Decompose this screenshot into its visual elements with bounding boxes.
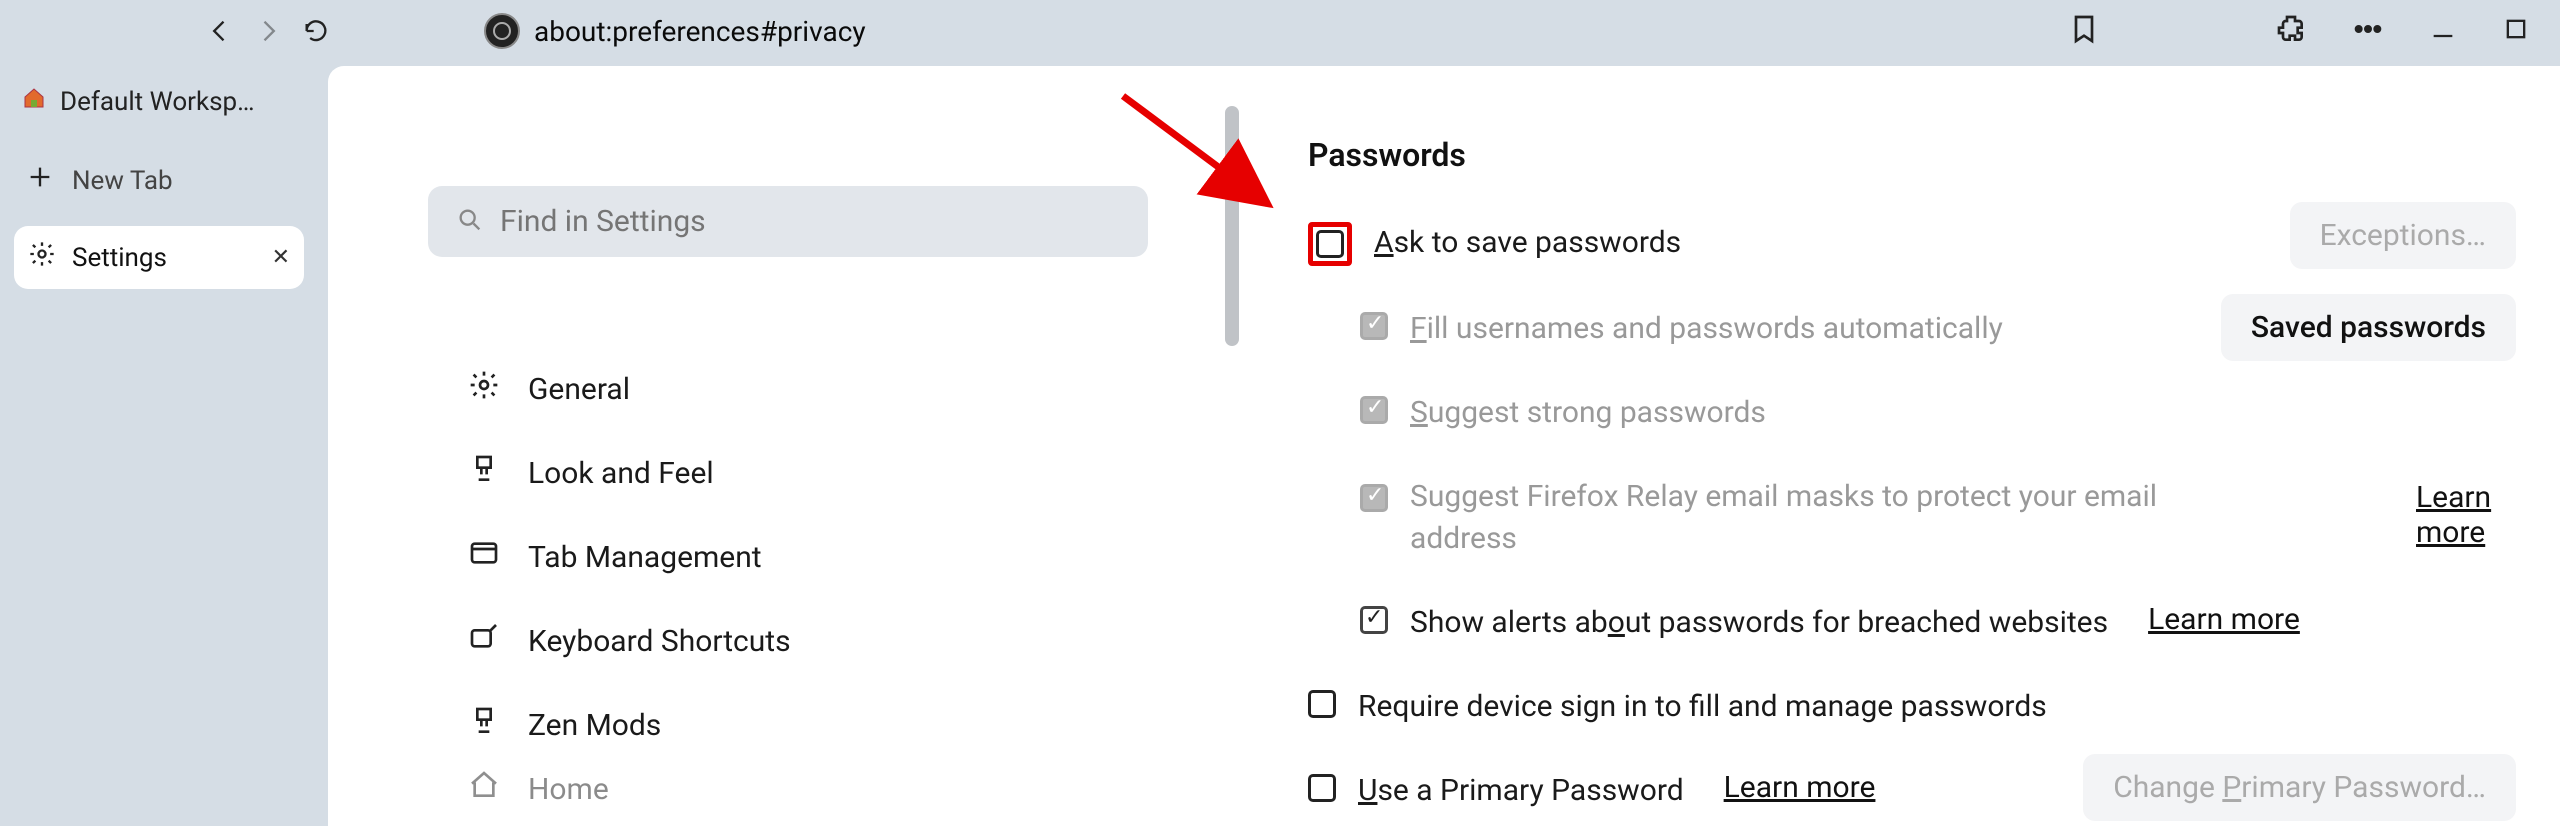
reload-button[interactable] xyxy=(296,11,336,51)
back-button[interactable] xyxy=(200,11,240,51)
option-relay-masks: Suggest Firefox Relay email masks to pro… xyxy=(1410,476,2190,560)
workspace-selector[interactable]: Default Worksp… xyxy=(14,74,304,129)
close-tab-icon[interactable]: ✕ xyxy=(272,245,290,270)
checkbox-relay-masks xyxy=(1360,484,1388,512)
option-primary-password: Use a Primary Password xyxy=(1358,770,1684,812)
checkbox-fill-auto xyxy=(1360,312,1388,340)
scrollbar[interactable] xyxy=(1225,106,1239,346)
tab-settings[interactable]: Settings ✕ xyxy=(14,226,304,289)
keyboard-icon xyxy=(468,621,500,661)
nav-label: Look and Feel xyxy=(528,456,714,491)
learn-more-primary[interactable]: Learn more xyxy=(1724,770,1876,805)
nav-general[interactable]: General xyxy=(468,347,1248,431)
nav-look-and-feel[interactable]: Look and Feel xyxy=(468,431,1248,515)
nav-tab-management[interactable]: Tab Management xyxy=(468,515,1248,599)
checkbox-primary-password[interactable] xyxy=(1308,774,1336,802)
brush-icon xyxy=(468,453,500,493)
saved-passwords-button[interactable]: Saved passwords xyxy=(2221,294,2516,361)
brush-icon xyxy=(468,705,500,745)
option-breached-alerts: Show alerts about passwords for breached… xyxy=(1410,602,2108,644)
change-primary-password-button: Change Primary Password… xyxy=(2083,754,2516,821)
page-favicon xyxy=(484,13,520,49)
new-tab-button[interactable]: New Tab xyxy=(14,147,304,214)
nav-zen-mods[interactable]: Zen Mods xyxy=(468,683,1248,767)
nav-label: Zen Mods xyxy=(528,708,661,743)
extensions-icon[interactable] xyxy=(2275,13,2307,49)
nav-label: General xyxy=(528,372,630,407)
learn-more-breached[interactable]: Learn more xyxy=(2148,602,2300,637)
annotation-highlight xyxy=(1308,222,1352,266)
plus-icon xyxy=(26,163,54,198)
nav-label: Keyboard Shortcuts xyxy=(528,624,791,659)
exceptions-button: Exceptions… xyxy=(2290,202,2516,269)
checkbox-require-signin[interactable] xyxy=(1308,690,1336,718)
option-fill-auto: Fill usernames and passwords automatical… xyxy=(1410,308,2003,350)
minimize-button[interactable] xyxy=(2429,15,2457,47)
nav-home[interactable]: Home xyxy=(468,767,1248,811)
section-title-passwords: Passwords xyxy=(1308,136,2516,174)
more-menu-icon[interactable] xyxy=(2352,13,2384,49)
new-tab-label: New Tab xyxy=(72,166,173,196)
checkbox-breached-alerts[interactable] xyxy=(1360,606,1388,634)
maximize-button[interactable] xyxy=(2502,15,2530,47)
search-icon xyxy=(456,206,484,238)
workspace-label: Default Worksp… xyxy=(60,87,255,117)
settings-search[interactable] xyxy=(428,186,1148,257)
checkbox-suggest-strong xyxy=(1360,396,1388,424)
window-icon xyxy=(468,537,500,577)
nav-label: Home xyxy=(528,772,609,807)
search-input[interactable] xyxy=(500,204,1120,239)
nav-keyboard-shortcuts[interactable]: Keyboard Shortcuts xyxy=(468,599,1248,683)
forward-button[interactable] xyxy=(248,11,288,51)
option-ask-save-passwords: AAsk to save passwordssk to save passwor… xyxy=(1374,222,1681,264)
bookmark-icon[interactable] xyxy=(2068,13,2100,49)
nav-label: Tab Management xyxy=(528,540,762,575)
option-require-signin: Require device sign in to fill and manag… xyxy=(1358,686,2047,728)
learn-more-relay[interactable]: Learn more xyxy=(2416,480,2516,550)
tab-label: Settings xyxy=(72,243,167,273)
house-icon xyxy=(22,86,46,117)
option-suggest-strong: Suggest strong passwords xyxy=(1410,392,1766,434)
url-bar[interactable]: about:preferences#privacy xyxy=(534,15,866,48)
gear-icon xyxy=(28,240,56,275)
gear-icon xyxy=(468,369,500,409)
home-icon xyxy=(468,769,500,809)
checkbox-ask-save-passwords[interactable] xyxy=(1316,230,1344,258)
